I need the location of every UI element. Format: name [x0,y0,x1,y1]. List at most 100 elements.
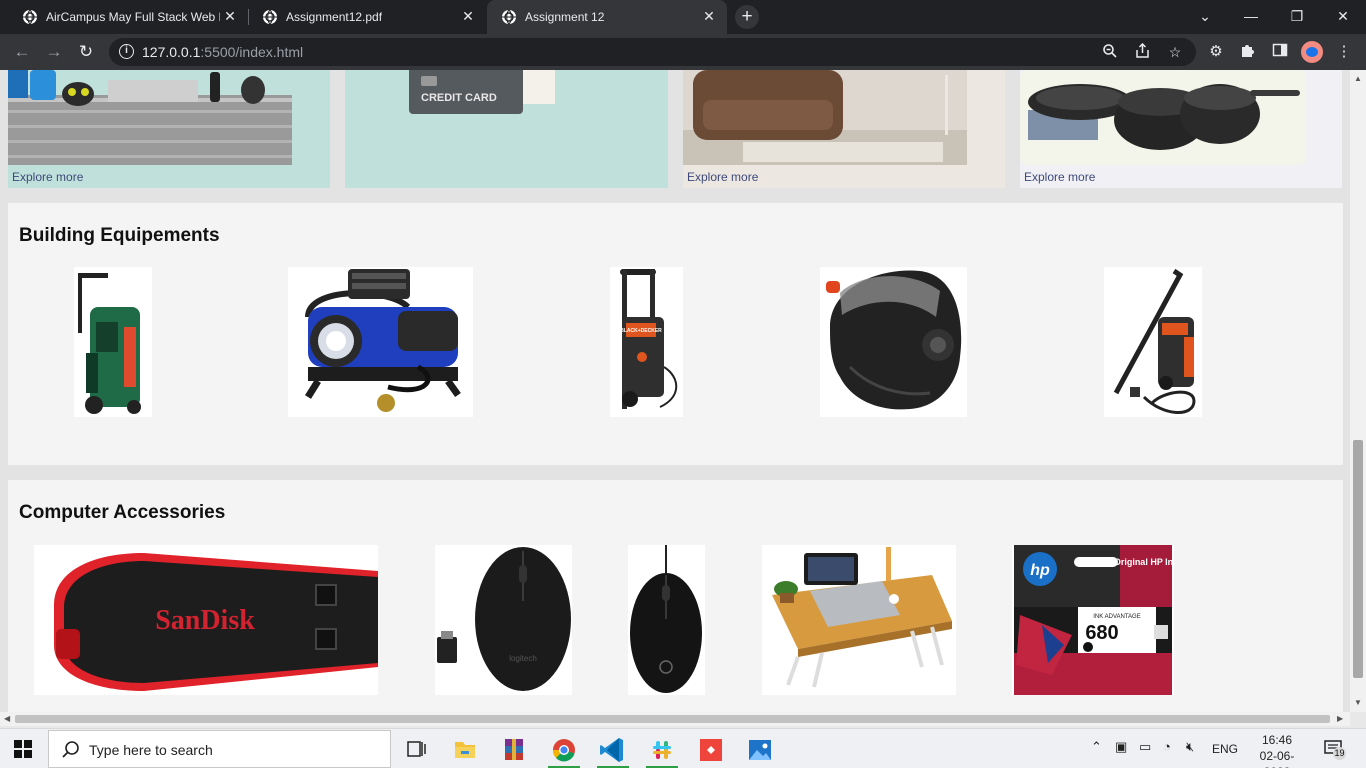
product-hp-mouse[interactable] [628,545,705,695]
globe-icon [263,9,277,25]
volume-muted-icon[interactable]: 🔇︎ [1186,739,1194,755]
show-hidden-icons-chevron-icon[interactable]: ⌃ [1091,739,1102,755]
site-info-icon[interactable]: i [119,44,134,59]
svg-text:SanDisk: SanDisk [155,605,255,636]
section-title: Computer Accessories [19,502,226,523]
promo-card-credit-card[interactable]: CREDIT CARD [345,70,668,188]
extension-gear-icon[interactable]: ⚙ [1206,42,1226,62]
reload-button[interactable]: ↻ [75,41,97,63]
tab-title: Assignment12.pdf [286,10,383,24]
zoom-icon[interactable] [1101,43,1119,61]
cookware-image [1020,70,1306,165]
task-view-icon[interactable] [396,733,436,767]
vscode-icon[interactable] [593,733,633,768]
tab-assignment-12[interactable]: Assignment 12 ✕ [487,0,727,34]
svg-text:hp: hp [1030,562,1050,579]
scroll-left-arrow-icon[interactable]: ◀ [4,714,10,723]
helmet-image [826,270,962,410]
svg-text:680: 680 [1085,622,1118,644]
svg-text:BLACK+DECKER: BLACK+DECKER [620,328,662,334]
vertical-scrollbar[interactable]: ▲ ▼ [1350,70,1366,712]
vertical-scroll-thumb[interactable] [1353,440,1363,678]
side-panel-icon[interactable] [1270,42,1290,62]
product-laptop-table[interactable] [762,545,956,695]
product-helmet[interactable] [820,267,967,417]
promo-card-furniture[interactable]: Explore more [683,70,1005,188]
restore-button[interactable]: ❐ [1274,0,1320,34]
browser-toolbar: ← → ↻ i 127.0.0.1:5500/index.html ☆ ⚙ ⋮ [0,34,1366,70]
explore-more-link[interactable]: Explore more [12,170,83,184]
battery-icon[interactable]: ▭ [1139,739,1151,755]
language-indicator[interactable]: ENG [1212,742,1238,756]
minimize-button[interactable]: — [1228,0,1274,34]
close-window-button[interactable]: ✕ [1320,0,1366,34]
sandisk-usb-image: SanDisk [54,553,378,691]
promo-card-electronics[interactable]: Explore more [8,70,330,188]
hp-680-cartridge-image: hp Original HP Ink INK ADVANTAGE 680 [1014,545,1179,695]
anydesk-icon[interactable] [691,733,731,767]
furniture-image [683,70,967,165]
wifi-icon[interactable]: ◔ [1163,739,1171,754]
meet-now-icon[interactable]: ▣ [1115,739,1127,755]
page-viewport: Explore more CREDIT CARD Explore more Ex… [0,70,1350,712]
browser-tab-strip: AirCampus May Full Stack Web D ✕ Assignm… [0,0,1366,34]
credit-card-badge: CREDIT CARD [409,70,523,114]
clock-date: 02-06-2022 [1259,749,1295,768]
forward-button[interactable]: → [43,41,65,63]
product-hp-680-cartridge[interactable]: hp Original HP Ink INK ADVANTAGE 680 [1012,545,1179,695]
notification-center-icon[interactable]: 19 [1324,740,1346,760]
search-icon [62,741,79,758]
url-text[interactable]: 127.0.0.1:5500/index.html [142,44,303,60]
svg-text:Original HP Ink: Original HP Ink [1114,557,1174,567]
product-pressure-washer-green[interactable] [74,267,152,417]
card-chip-icon [421,76,437,86]
globe-icon [502,9,516,25]
product-tyre-inflator[interactable] [288,267,473,417]
windows-start-icon[interactable] [14,740,32,758]
section-building-equipments: Building Equipements BLACK+DECKER [8,203,1343,465]
logitech-mouse-image: logitech [437,547,571,691]
product-sandisk-usb[interactable]: SanDisk [34,545,378,695]
back-button[interactable]: ← [11,41,33,63]
kebab-menu-icon[interactable]: ⋮ [1334,42,1354,62]
section-computer-accessories: Computer Accessories SanDisk logitech hp… [8,480,1343,712]
svg-text:INK ADVANTAGE: INK ADVANTAGE [1093,614,1140,620]
close-tab-icon[interactable]: ✕ [222,8,238,25]
bookmark-star-icon[interactable]: ☆ [1166,43,1184,61]
share-icon[interactable] [1134,42,1152,61]
tab-title: Assignment 12 [525,10,605,24]
taskbar-clock[interactable]: 16:46 02-06-2022 [1248,732,1306,768]
scroll-right-arrow-icon[interactable]: ▶ [1337,714,1343,723]
close-tab-icon[interactable]: ✕ [701,8,717,25]
promo-card-cookware[interactable]: Explore more [1020,70,1342,188]
slack-icon[interactable] [642,733,682,768]
close-tab-icon[interactable]: ✕ [460,8,476,25]
address-bar[interactable]: i 127.0.0.1:5500/index.html ☆ [109,38,1196,66]
tab-assignment-pdf[interactable]: Assignment12.pdf ✕ [248,0,486,34]
profile-avatar[interactable] [1301,41,1323,63]
scroll-up-arrow-icon[interactable]: ▲ [1354,74,1362,83]
pressure-washer-black-decker-image: BLACK+DECKER [620,269,678,409]
credit-card-label: CREDIT CARD [421,92,497,104]
extensions-puzzle-icon[interactable] [1238,42,1258,62]
windows-taskbar: Type here to search ⌃ ▣ ▭ ◔ 🔇︎ ENG 16:46… [0,728,1366,768]
explore-more-link[interactable]: Explore more [687,170,758,184]
new-tab-button[interactable]: + [735,5,759,29]
product-logitech-mouse[interactable]: logitech [435,545,572,695]
horizontal-scroll-thumb[interactable] [15,715,1330,723]
tab-aircampus[interactable]: AirCampus May Full Stack Web D ✕ [8,0,248,34]
scroll-down-arrow-icon[interactable]: ▼ [1354,698,1362,707]
chrome-icon[interactable] [544,733,584,768]
explore-more-link[interactable]: Explore more [1024,170,1095,184]
file-explorer-icon[interactable] [445,733,485,767]
product-pressure-washer-black-decker[interactable]: BLACK+DECKER [610,267,683,417]
pressure-washer-green-image [78,273,141,414]
tab-search-chevron-icon[interactable]: ⌄ [1182,0,1228,34]
tab-title: AirCampus May Full Stack Web D [46,10,220,24]
taskbar-search-box[interactable]: Type here to search [48,730,391,768]
winrar-icon[interactable] [494,733,534,767]
product-pressure-washer-lance[interactable] [1104,267,1202,417]
laptop-table-image [772,547,952,688]
horizontal-scrollbar[interactable]: ◀ ▶ [0,712,1350,726]
photos-icon[interactable] [740,733,780,767]
